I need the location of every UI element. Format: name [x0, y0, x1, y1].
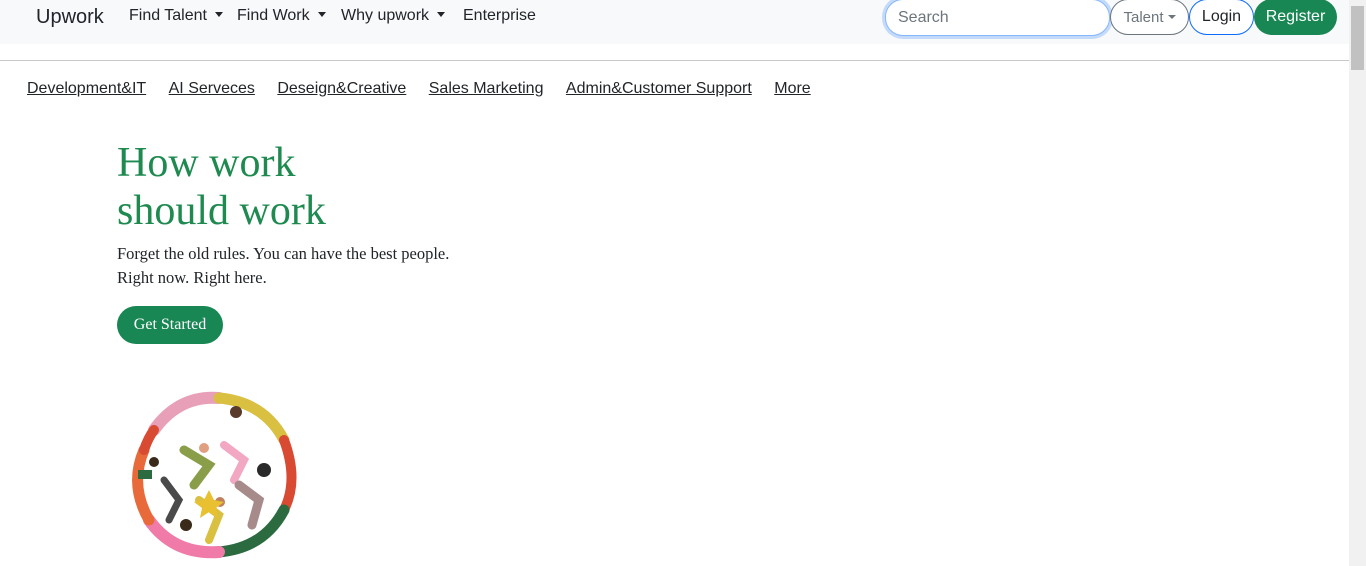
hero-subtitle: Forget the old rules. You can have the b… — [117, 242, 449, 290]
nav-find-talent[interactable]: Find Talent — [129, 7, 223, 25]
category-link-admin-support[interactable]: Admin&Customer Support — [566, 80, 752, 98]
login-button[interactable]: Login — [1189, 0, 1254, 35]
hero-title-line-1: How work — [117, 140, 296, 186]
talent-dropdown-button[interactable]: Talent — [1110, 0, 1189, 35]
talent-dropdown-label: Talent — [1123, 8, 1164, 26]
brand-logo[interactable]: Upwork — [36, 6, 104, 29]
search-input[interactable] — [885, 0, 1110, 36]
page-scrollbar[interactable] — [1349, 0, 1366, 566]
caret-down-icon — [1167, 15, 1176, 19]
hero-subtitle-line-2: Right now. Right here. — [117, 268, 267, 287]
caret-down-icon — [437, 12, 446, 17]
caret-down-icon — [317, 12, 326, 17]
hero-subtitle-line-1: Forget the old rules. You can have the b… — [117, 244, 450, 263]
top-navbar: Upwork Find Talent Find Work Why upwork … — [0, 0, 1349, 44]
nav-why-upwork-label: Why upwork — [341, 7, 430, 24]
category-link-ai-services[interactable]: AI Serveces — [169, 80, 255, 98]
register-button[interactable]: Register — [1254, 0, 1337, 35]
header-divider — [0, 60, 1349, 61]
caret-down-icon — [214, 12, 223, 17]
category-link-development-it[interactable]: Development&IT — [27, 80, 146, 98]
nav-find-work[interactable]: Find Work — [237, 7, 326, 25]
nav-why-upwork[interactable]: Why upwork — [341, 7, 446, 25]
category-link-design-creative[interactable]: Deseign&Creative — [277, 80, 406, 98]
get-started-button[interactable]: Get Started — [117, 306, 223, 344]
nav-enterprise[interactable]: Enterprise — [463, 7, 536, 25]
nav-find-talent-label: Find Talent — [129, 7, 207, 24]
hero-title: How work should work — [117, 139, 326, 235]
category-nav: Development&IT AI Serveces Deseign&Creat… — [27, 80, 829, 102]
category-link-more[interactable]: More — [774, 80, 810, 98]
nav-enterprise-label: Enterprise — [463, 7, 536, 24]
people-circle-illustration — [132, 391, 297, 559]
scrollbar-thumb[interactable] — [1351, 6, 1364, 70]
category-link-sales-marketing[interactable]: Sales Marketing — [429, 80, 544, 98]
nav-find-work-label: Find Work — [237, 7, 310, 24]
hero-title-line-2: should work — [117, 188, 326, 234]
